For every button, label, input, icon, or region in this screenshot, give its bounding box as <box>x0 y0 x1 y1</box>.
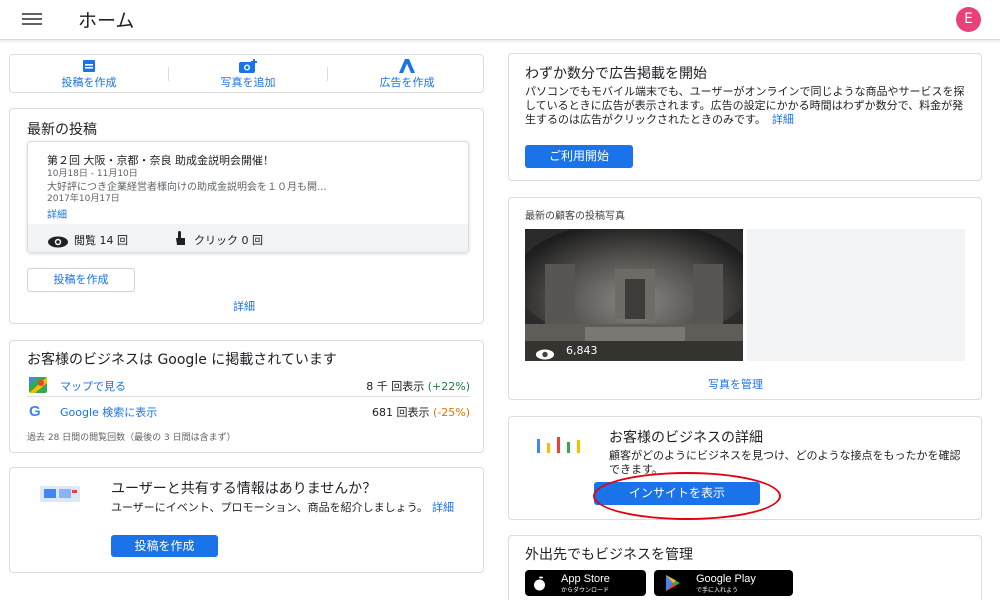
section-heading: 最新の投稿 <box>27 122 97 138</box>
section-heading: ユーザーと共有する情報はありませんか？ <box>111 481 377 497</box>
listing-card: お客様のビジネスは Google に掲載されています マップで見る 8 千 回表… <box>9 340 484 453</box>
clicks-count: クリック 0 回 <box>194 234 263 247</box>
app-store-button[interactable]: App Store からダウンロード <box>525 570 646 596</box>
post-preview[interactable]: 第２回 大阪・京都・奈良 助成金説明会開催！ 10月18日 - 11月10日 大… <box>27 141 469 253</box>
more-details-link[interactable]: 詳細 <box>233 298 255 314</box>
account-avatar[interactable]: E <box>956 7 981 32</box>
eye-icon <box>47 233 69 252</box>
add-photo-action[interactable]: 写真を追加 <box>169 55 327 93</box>
camera-icon <box>169 59 327 73</box>
share-details-link[interactable]: 詳細 <box>432 501 454 514</box>
section-heading: 最新の顧客の投稿写真 <box>525 211 625 222</box>
photo-views-count: 6,843 <box>566 344 598 357</box>
maps-row[interactable]: マップで見る 8 千 回表示 (+22%) <box>27 375 470 397</box>
menu-icon[interactable] <box>22 13 42 27</box>
share-illustration-icon <box>40 484 80 508</box>
views-count: 閲覧 14 回 <box>74 234 128 247</box>
post-icon <box>10 59 168 73</box>
search-row[interactable]: G Google 検索に表示 681 回表示 (-25%) <box>27 401 470 423</box>
touch-icon <box>173 230 187 250</box>
eye-icon <box>535 345 555 361</box>
listing-note: 過去 28 日間の閲覧回数（最後の 3 日間は含まず） <box>27 433 236 443</box>
manage-photos-link[interactable]: 写真を管理 <box>708 376 763 392</box>
post-date: 2017年10月17日 <box>47 194 120 204</box>
section-heading: 外出先でもビジネスを管理 <box>525 547 693 563</box>
ads-body: パソコンでもモバイル端末でも、ユーザーがオンラインで同じような商品やサービスを探… <box>525 85 965 126</box>
search-value: 681 回表示 (-25%) <box>371 406 470 419</box>
top-app-bar: ホーム E <box>0 0 1000 40</box>
ads-icon <box>328 59 486 73</box>
quick-actions-card: 投稿を作成 写真を追加 広告を作成 <box>9 54 484 93</box>
maps-icon <box>29 377 47 397</box>
share-body: ユーザーにイベント、プロモーション、商品を紹介しましょう。 詳細 <box>111 501 455 514</box>
section-heading: お客様のビジネスは Google に掲載されています <box>27 352 337 368</box>
insights-chart-icon <box>537 435 583 457</box>
create-post-action[interactable]: 投稿を作成 <box>10 55 168 93</box>
google-play-button[interactable]: Google Play で手に入れよう <box>654 570 793 596</box>
apple-icon <box>533 575 546 595</box>
latest-post-card: 最新の投稿 第２回 大阪・京都・奈良 助成金説明会開催！ 10月18日 - 11… <box>9 108 484 324</box>
section-heading: わずか数分で広告掲載を開始 <box>525 66 707 82</box>
share-info-card: ユーザーと共有する情報はありませんか？ ユーザーにイベント、プロモーション、商品… <box>9 467 484 573</box>
insights-card: お客様のビジネスの詳細 顧客がどのようにビジネスを見つけ、どのような接点をもった… <box>508 416 982 520</box>
play-icon <box>666 575 680 595</box>
create-ad-action[interactable]: 広告を作成 <box>328 55 486 93</box>
ads-details-link[interactable]: 詳細 <box>772 113 794 126</box>
section-heading: お客様のビジネスの詳細 <box>609 430 763 446</box>
share-create-post-button[interactable]: 投稿を作成 <box>111 535 218 557</box>
search-change: (-25%) <box>432 406 470 419</box>
customer-photo[interactable]: 6,843 <box>525 229 743 361</box>
maps-value: 8 千 回表示 (+22%) <box>366 380 470 393</box>
page-title: ホーム <box>78 10 135 32</box>
google-icon: G <box>29 403 41 420</box>
post-details-link[interactable]: 詳細 <box>47 206 67 221</box>
maps-change: (+22%) <box>427 380 470 393</box>
highlight-ring <box>593 472 781 520</box>
get-started-button[interactable]: ご利用開始 <box>525 145 633 168</box>
ads-card: わずか数分で広告掲載を開始 パソコンでもモバイル端末でも、ユーザーがオンラインで… <box>508 53 982 181</box>
post-stats-bar: 閲覧 14 回 クリック 0 回 <box>28 224 468 252</box>
customer-photos-card: 最新の顧客の投稿写真 6,843 写真を管理 <box>508 197 982 400</box>
photo-placeholder <box>747 229 965 361</box>
mobile-apps-card: 外出先でもビジネスを管理 App Store からダウンロード Google P… <box>508 535 982 600</box>
create-post-button[interactable]: 投稿を作成 <box>27 268 135 292</box>
